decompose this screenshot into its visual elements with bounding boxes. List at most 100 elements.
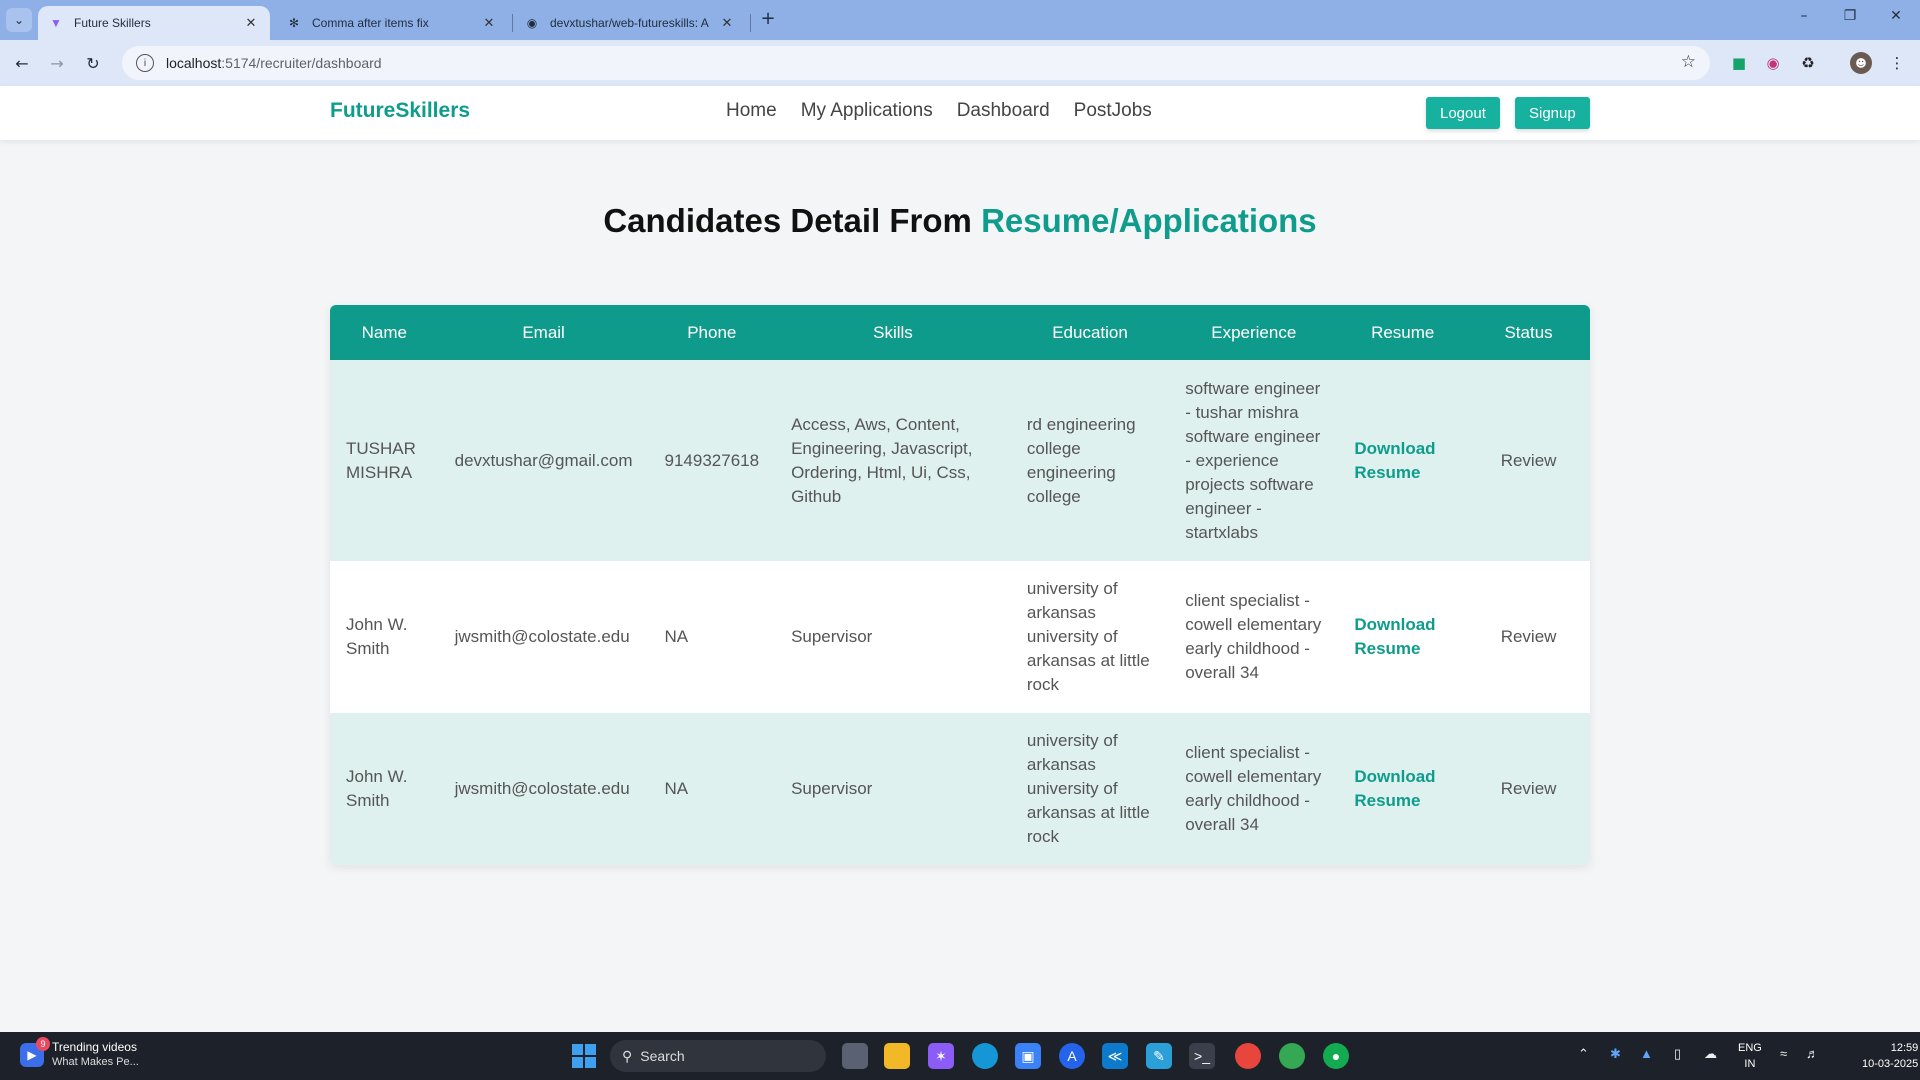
task-view-icon[interactable]	[842, 1043, 868, 1069]
github-favicon-icon: ◉	[526, 16, 538, 30]
nav-link-my-applications[interactable]: My Applications	[801, 100, 933, 122]
search-icon: ⚲	[622, 1047, 633, 1064]
tray-chevron-icon[interactable]: ⌃	[1578, 1046, 1589, 1062]
clock-date: 10-03-2025	[1862, 1058, 1919, 1070]
cell-education: university of arkansas university of ark…	[1026, 579, 1150, 694]
mongodb-icon[interactable]: ●	[1323, 1043, 1349, 1069]
brand-logo[interactable]: FutureSkillers	[330, 99, 470, 123]
cell-skills: Access, Aws, Content, Engineering, Javas…	[791, 414, 973, 506]
wifi-icon[interactable]: ≈	[1780, 1046, 1787, 1061]
browser-menu-icon[interactable]: ⋮	[1886, 52, 1908, 74]
windows-start-icon[interactable]	[572, 1044, 596, 1068]
volume-icon[interactable]: ♬	[1806, 1046, 1819, 1061]
nav-link-dashboard[interactable]: Dashboard	[957, 100, 1050, 122]
cell-skills: Supervisor	[791, 779, 873, 798]
column-header: Status	[1504, 322, 1553, 342]
widget-subtitle: What Makes Pe...	[52, 1056, 139, 1068]
cell-email: devxtushar@gmail.com	[454, 450, 633, 470]
color-extension-icon[interactable]: ◉	[1762, 52, 1784, 74]
cell-name: John W. Smith	[346, 615, 408, 658]
terminal-icon[interactable]: >_	[1189, 1043, 1215, 1069]
reload-icon[interactable]: ↻	[81, 51, 105, 75]
copilot-icon[interactable]: ✶	[928, 1043, 954, 1069]
column-header: Resume	[1371, 322, 1435, 342]
browser-toolbar: ← → ↻ i localhost:5174/recruiter/dashboa…	[0, 40, 1920, 86]
column-header: Experience	[1211, 322, 1297, 342]
tab-label: Future Skillers	[74, 16, 151, 30]
language-indicator[interactable]: ENG IN	[1738, 1040, 1762, 1072]
file-explorer-icon[interactable]	[884, 1043, 910, 1069]
minimize-icon[interactable]: –	[1784, 8, 1824, 24]
cell-education: university of arkansas university of ark…	[1026, 731, 1150, 846]
edge-icon[interactable]	[972, 1043, 998, 1069]
column-header: Phone	[687, 322, 737, 342]
page-title: Candidates Detail From Resume/Applicatio…	[0, 202, 1920, 240]
column-header: Skills	[873, 322, 913, 342]
store-icon[interactable]: ▣	[1015, 1043, 1041, 1069]
cell-education: rd engineering college engineering colle…	[1026, 414, 1136, 506]
openai-favicon-icon: ✻	[288, 16, 300, 30]
cell-status: Review	[1500, 450, 1557, 470]
notes-app-icon[interactable]: ✎	[1146, 1043, 1172, 1069]
tab-label: Comma after items fix	[312, 16, 429, 30]
bookmark-star-icon[interactable]: ☆	[1681, 52, 1696, 72]
tab-search-icon[interactable]: ⌄	[6, 8, 32, 32]
chrome-profile-icon[interactable]	[1279, 1043, 1305, 1069]
cell-status: Review	[1500, 779, 1557, 798]
tab-label: devxtushar/web-futureskills: A	[550, 16, 709, 30]
bluetooth-icon[interactable]: ✱	[1610, 1046, 1621, 1062]
candidates-table: Name Email Phone Skills Education Experi…	[330, 305, 1590, 865]
close-tab-icon[interactable]: ✕	[242, 15, 260, 31]
nav-link-home[interactable]: Home	[726, 100, 777, 122]
extension-icon[interactable]: ■	[1728, 52, 1750, 74]
column-header: Email	[522, 322, 565, 342]
region-code: IN	[1744, 1058, 1756, 1070]
restore-icon[interactable]: ❐	[1830, 8, 1870, 24]
logout-button[interactable]: Logout	[1426, 97, 1500, 129]
tab-comma-fix[interactable]: ✻ Comma after items fix ✕	[276, 6, 508, 40]
cell-name: TUSHAR MISHRA	[346, 438, 416, 482]
vscode-icon[interactable]: ≪	[1102, 1043, 1128, 1069]
news-widget[interactable]: ▶ 9 Trending videos What Makes Pe...	[20, 1037, 139, 1070]
widgets-icon: ▶ 9	[20, 1037, 50, 1067]
tab-github-repo[interactable]: ◉ devxtushar/web-futureskills: A ✕	[514, 6, 746, 40]
os-taskbar: ▶ 9 Trending videos What Makes Pe... ⚲ Se…	[0, 1032, 1920, 1080]
site-info-icon[interactable]: i	[136, 54, 154, 72]
vpn-icon[interactable]: A	[1059, 1043, 1085, 1069]
system-clock[interactable]: 12:59 10-03-2025	[1862, 1040, 1918, 1072]
defender-icon[interactable]: ▲	[1640, 1046, 1653, 1061]
profile-avatar-icon[interactable]: ☻	[1850, 52, 1872, 74]
nav-link-postjobs[interactable]: PostJobs	[1074, 100, 1152, 122]
clock-time: 12:59	[1890, 1042, 1919, 1054]
nav-links: Home My Applications Dashboard PostJobs	[726, 100, 1152, 122]
close-window-icon[interactable]: ✕	[1876, 8, 1916, 24]
forward-icon[interactable]: →	[45, 51, 69, 75]
download-resume-link[interactable]: Download Resume	[1338, 561, 1467, 713]
table-row: John W. Smith jwsmith@colostate.edu NA S…	[330, 713, 1590, 865]
close-tab-icon[interactable]: ✕	[718, 15, 736, 31]
tab-future-skillers[interactable]: ▼ Future Skillers ✕	[38, 6, 270, 40]
cell-phone: 9149327618	[664, 450, 760, 470]
taskbar-search[interactable]: ⚲ Search	[610, 1040, 826, 1072]
cell-status: Review	[1500, 627, 1557, 646]
table-row: TUSHAR MISHRA devxtushar@gmail.com 91493…	[330, 360, 1590, 561]
signup-button[interactable]: Signup	[1515, 97, 1590, 129]
usb-icon[interactable]: ▯	[1674, 1046, 1681, 1062]
tab-divider	[512, 14, 513, 32]
chrome-icon[interactable]	[1235, 1043, 1261, 1069]
cell-phone: NA	[664, 779, 689, 798]
vite-favicon-icon: ▼	[50, 16, 62, 30]
cell-email: jwsmith@colostate.edu	[454, 627, 630, 646]
close-tab-icon[interactable]: ✕	[480, 15, 498, 31]
new-tab-icon[interactable]: +	[758, 8, 778, 30]
url-host: localhost	[166, 55, 222, 71]
cell-skills: Supervisor	[791, 627, 873, 646]
download-resume-link[interactable]: Download Resume	[1338, 713, 1467, 865]
column-header: Education	[1052, 322, 1128, 342]
cloud-off-icon[interactable]: ☁	[1704, 1046, 1717, 1062]
download-resume-link[interactable]: Download Resume	[1338, 360, 1467, 561]
extensions-puzzle-icon[interactable]: ♻	[1797, 52, 1819, 74]
back-icon[interactable]: ←	[10, 51, 34, 75]
search-label: Search	[640, 1048, 685, 1064]
address-bar[interactable]: i localhost:5174/recruiter/dashboard ☆	[122, 46, 1710, 80]
